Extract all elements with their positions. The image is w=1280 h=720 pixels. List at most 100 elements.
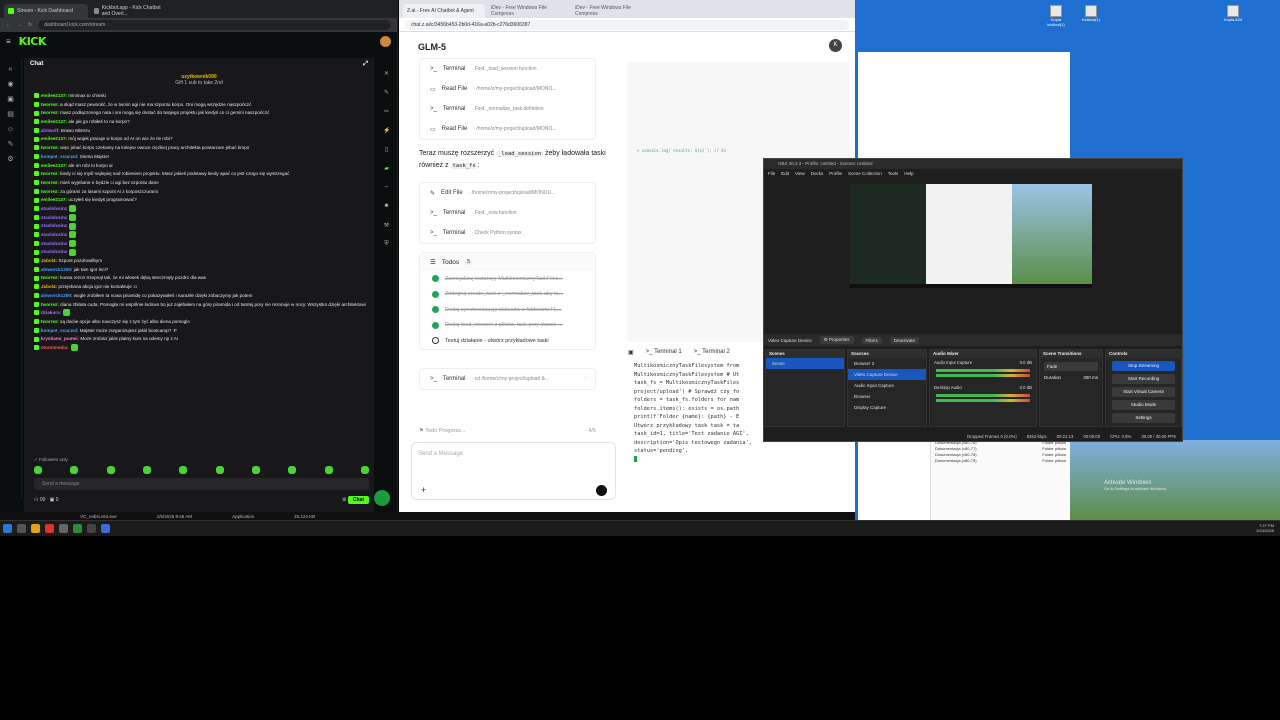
chat-username[interactable]: tworrez:	[41, 180, 59, 185]
chat-input[interactable]: Send a message	[34, 478, 369, 490]
chat-message[interactable]: staxlolxsinz	[24, 239, 374, 249]
obs-menu-item[interactable]: Help	[904, 171, 913, 176]
chat-message[interactable]: dziakura:	[24, 309, 374, 318]
shield-icon[interactable]: ⛨	[383, 241, 390, 248]
chat-message[interactable]: emilee2137: uczyłeś się kiedyś programow…	[24, 196, 374, 205]
todo-header[interactable]: ☰ Todos 5	[420, 253, 595, 271]
chat-message[interactable]: staxlolxsinz	[24, 222, 374, 231]
transition-select[interactable]: Fade	[1044, 362, 1098, 371]
forward-icon[interactable]: →	[17, 22, 22, 28]
chat-message[interactable]: tworrez: masz podłączonego nata i oni mo…	[24, 109, 374, 118]
chat-message[interactable]: Jabol4: Szpont pozdrowiłbym	[24, 257, 374, 266]
emote-icon[interactable]	[34, 466, 42, 474]
emote-icon[interactable]	[324, 466, 333, 474]
avatar[interactable]	[380, 35, 391, 47]
edit-icon[interactable]: ✎	[383, 89, 390, 96]
back-icon[interactable]: ←	[6, 22, 11, 28]
start-recording-button[interactable]: Start Recording	[1112, 374, 1175, 384]
popout-icon[interactable]: ⤢	[363, 61, 368, 68]
avatar[interactable]: K	[829, 39, 842, 52]
message-input[interactable]: Send a Message +	[411, 442, 616, 500]
tool-call-row[interactable]: >_ Terminal · Check Python syntax	[420, 223, 595, 243]
obs-menu-item[interactable]: Edit	[781, 171, 789, 176]
tool-call-row[interactable]: >_ Terminal · Find _now function	[420, 203, 595, 223]
virtual-camera-button[interactable]: Start Virtual Camera	[1112, 387, 1175, 397]
source-item[interactable]: Browser 2	[848, 358, 926, 369]
tool-call-row[interactable]: ✎ Edit File · /home/z/my-project/upload/MO…	[420, 183, 595, 203]
chat-username[interactable]: staxlolxsinz	[41, 223, 67, 228]
chat-message[interactable]: staxlolxsinz	[24, 231, 374, 240]
chat-username[interactable]: alsworck1200:	[41, 293, 72, 298]
chat-username[interactable]: emilee2137:	[41, 119, 67, 124]
system-clock[interactable]: 7:27 PM 2/24/2026	[1256, 523, 1274, 533]
obs-preview[interactable]	[850, 184, 1092, 288]
chat-username[interactable]: staxlolxsinz	[41, 249, 67, 254]
chat-username[interactable]: alsworck1200:	[41, 267, 72, 272]
chat-username[interactable]: tworrez:	[41, 171, 59, 176]
tool-call-row[interactable]: >_ Terminal · cd /home/z/my-project/upload…	[420, 369, 595, 389]
chat-message[interactable]: emilee2137: mój wujek pracuje w korpo od…	[24, 135, 374, 144]
chat-message[interactable]: Jabol4: przejebana akcja igor nie kontak…	[24, 283, 374, 292]
chat-message[interactable]: tworrez: są dwóie opcje albo nauczysz si…	[24, 318, 374, 327]
chat-message[interactable]: tworrez: diana zbitata cuda. Pomogła mi …	[24, 301, 374, 310]
send-chat-button[interactable]: Chat	[347, 496, 369, 504]
chat-message[interactable]: stormmedia:	[24, 344, 374, 353]
filters-button[interactable]: Filters	[861, 336, 882, 344]
source-item[interactable]: Audio Input Capture	[848, 380, 926, 391]
chat-message[interactable]: emilee2137: ale on robi to korpo ai	[24, 162, 374, 171]
chat-username[interactable]: kompot_scuczul:	[41, 154, 79, 159]
emote-icon[interactable]	[288, 466, 297, 474]
gift-banner[interactable]: uzytkownik090 Gift 1 sub to take 2nd	[24, 70, 374, 92]
chat-username[interactable]: staxlolxsinz	[41, 232, 67, 237]
start-icon[interactable]	[3, 524, 12, 533]
chat-message[interactable]: kompot_scuczul: Majster może zorganizuje…	[24, 327, 374, 336]
chat-message[interactable]: tworrez: za górami za lasami szpont Ai z…	[24, 188, 374, 197]
chat-message[interactable]: alsworck1200: jak tam igor leci?	[24, 266, 374, 275]
obs-menu-item[interactable]: Profile	[829, 171, 842, 176]
emote-icon[interactable]	[179, 466, 188, 474]
tool-call-row[interactable]: >_ Terminal · Find _load_session function	[420, 59, 595, 79]
chat-username[interactable]: emilee2137:	[41, 93, 67, 98]
explorer-icon[interactable]	[31, 524, 40, 533]
chat-username[interactable]: stormmedia:	[41, 345, 69, 350]
community-icon[interactable]: ☺	[7, 126, 15, 133]
chat-username[interactable]: staxlolxsinz	[41, 241, 67, 246]
desktop-icon[interactable]: Kopia AGI	[1222, 5, 1244, 31]
chat-username[interactable]: kompot_scuczul:	[41, 328, 79, 333]
chat-username[interactable]: tworrez:	[41, 275, 59, 280]
chat-message[interactable]: tworrez: mieś wyjebane e będzie ci agi b…	[24, 179, 374, 188]
chat-username[interactable]: Jabol4:	[41, 284, 57, 289]
chat-message[interactable]: alsworck1200: wogle zrobiłem ta nowa pir…	[24, 292, 374, 301]
app-icon[interactable]	[59, 524, 68, 533]
tool-call-row[interactable]: >_ Terminal · Find _normalize_task definit…	[420, 99, 595, 119]
source-item[interactable]: Display Capture	[848, 402, 926, 413]
chat-username[interactable]: emilee2137:	[41, 163, 67, 168]
model-title[interactable]: GLM-5	[418, 42, 446, 52]
properties-button[interactable]: ⚙ Properties	[819, 336, 854, 344]
desktop-icon[interactable]: Kopia kickbot(1)	[1045, 5, 1067, 31]
search-icon[interactable]	[17, 524, 26, 533]
duration-field[interactable]: Duration 300 ms	[1044, 375, 1098, 380]
obs-menu-item[interactable]: Scene Collection	[848, 171, 882, 176]
tab-kickbot[interactable]: Kickbot.app - Kick Chatbot and Overl...	[90, 4, 174, 18]
chat-username[interactable]: Jabol4:	[41, 258, 57, 263]
deactivate-button[interactable]: Deactivate	[889, 336, 920, 344]
kick-logo[interactable]: KICK	[19, 35, 47, 48]
tab-zai[interactable]: Z.ai - Free AI Chatbot & Agent	[403, 4, 485, 18]
help-fab-button[interactable]	[374, 490, 390, 506]
delete-icon[interactable]: ▯	[383, 146, 390, 153]
stop-generation-button[interactable]	[596, 485, 607, 496]
app-icon[interactable]	[73, 524, 82, 533]
settings-button[interactable]: Settings	[1112, 413, 1175, 423]
chat-message[interactable]: tworrez: kurwa rezon trzepnął tak, że mi…	[24, 274, 374, 283]
mod-icon[interactable]: ☻	[383, 203, 390, 210]
obs-menu-item[interactable]: Docks	[811, 171, 824, 176]
tool-icon[interactable]: ✂	[383, 108, 390, 115]
app-icon[interactable]	[101, 524, 110, 533]
desktop-icon[interactable]: Kickbot(1)	[1080, 5, 1102, 31]
emote-icon[interactable]	[142, 466, 151, 474]
dashboard-icon[interactable]: ◉	[7, 81, 15, 88]
obs-taskbar-icon[interactable]	[87, 524, 96, 533]
emote-icon[interactable]	[106, 466, 115, 474]
expand-icon[interactable]: ⇔	[383, 184, 390, 191]
